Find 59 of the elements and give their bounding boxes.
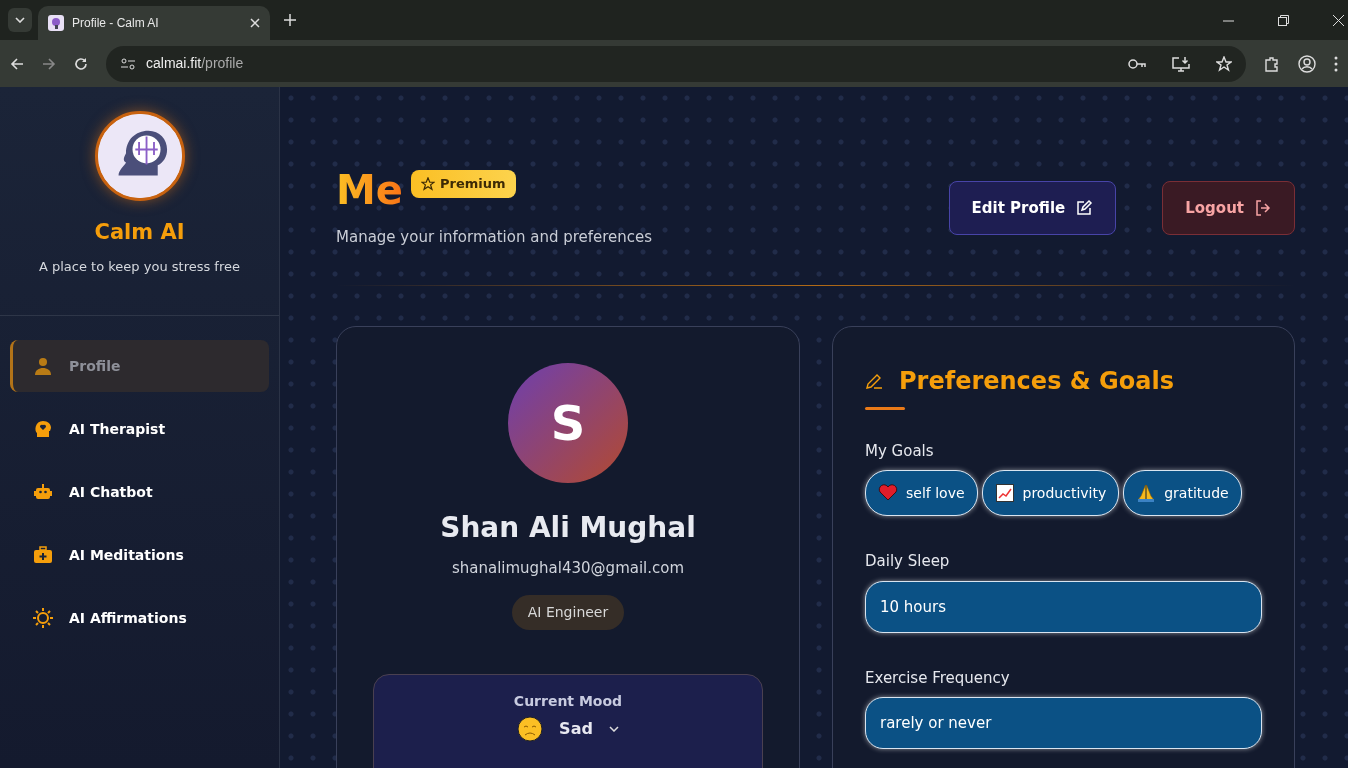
role-tag: AI Engineer <box>511 595 625 630</box>
browser-tab[interactable]: Profile - Calm AI <box>38 6 270 40</box>
field-label: Daily Sleep <box>865 551 951 572</box>
address-bar[interactable]: calmai.fit/profile <box>106 45 1246 82</box>
edit-icon <box>1075 199 1094 217</box>
mood-label: Current Mood <box>513 692 623 711</box>
key-icon[interactable] <box>1128 57 1146 70</box>
restore-icon[interactable] <box>1278 14 1289 26</box>
sad-face-icon <box>517 716 544 742</box>
premium-badge: Premium <box>410 170 516 198</box>
nav-item[interactable]: AI Affirmations <box>10 592 269 644</box>
forward-icon[interactable] <box>42 56 56 71</box>
new-tab-icon[interactable] <box>284 14 296 26</box>
logout-icon <box>1254 199 1272 217</box>
extensions-icon[interactable] <box>1264 55 1280 72</box>
tab-list-button[interactable] <box>8 8 32 32</box>
reload-icon[interactable] <box>74 56 88 71</box>
user-email: shanalimughal430@gmail.com <box>451 557 685 579</box>
nav-item[interactable]: AI Chatbot <box>10 466 269 518</box>
logout-button[interactable]: Logout <box>1162 181 1295 235</box>
person-icon <box>33 356 53 376</box>
mood-selector[interactable]: Sad <box>517 716 619 742</box>
section-title: Preferences & Goals <box>899 365 1174 397</box>
tab-title: Profile - Calm AI <box>72 15 160 32</box>
back-icon[interactable] <box>10 56 24 71</box>
star-icon <box>420 176 435 191</box>
head-heart-icon <box>33 419 53 439</box>
value-field[interactable]: rarely or never <box>865 697 1262 749</box>
chevron-down-icon <box>15 17 25 23</box>
nav-item[interactable]: Profile <box>10 340 269 392</box>
user-name: Shan Ali Mughal <box>440 509 696 546</box>
nav-item[interactable]: AI Meditations <box>10 529 269 581</box>
heart-icon <box>878 483 898 503</box>
goal-chip: gratitude <box>1123 470 1242 516</box>
goals-label: My Goals <box>865 440 935 462</box>
first-aid-kit-icon <box>33 545 53 565</box>
chevron-down-icon <box>608 726 619 732</box>
nav-item[interactable]: AI Therapist <box>10 403 269 455</box>
tagline: A place to keep you stress free <box>39 257 240 276</box>
goal-chip: self love <box>865 470 978 516</box>
goal-chip: productivity <box>981 470 1120 516</box>
brand-name: Calm AI <box>94 219 185 246</box>
page-subtitle: Manage your information and preferences <box>336 227 653 248</box>
field-label: Exercise Frequency <box>865 667 1011 689</box>
close-icon[interactable] <box>250 18 260 28</box>
value-field[interactable]: 10 hours <box>865 580 1262 633</box>
robot-icon <box>33 482 53 502</box>
edit-profile-button[interactable]: Edit Profile <box>948 181 1117 235</box>
close-window-icon[interactable] <box>1333 14 1344 26</box>
install-icon[interactable] <box>1172 55 1190 72</box>
avatar: S <box>508 362 628 483</box>
url-text: calmai.fit/profile <box>146 54 245 73</box>
profile-icon[interactable] <box>1298 54 1316 73</box>
menu-icon[interactable] <box>1334 55 1338 72</box>
brain-logo-icon <box>94 111 185 201</box>
chart-icon <box>994 483 1015 503</box>
sun-icon <box>33 608 53 628</box>
site-settings-icon[interactable] <box>120 56 136 71</box>
star-icon[interactable] <box>1216 55 1232 72</box>
